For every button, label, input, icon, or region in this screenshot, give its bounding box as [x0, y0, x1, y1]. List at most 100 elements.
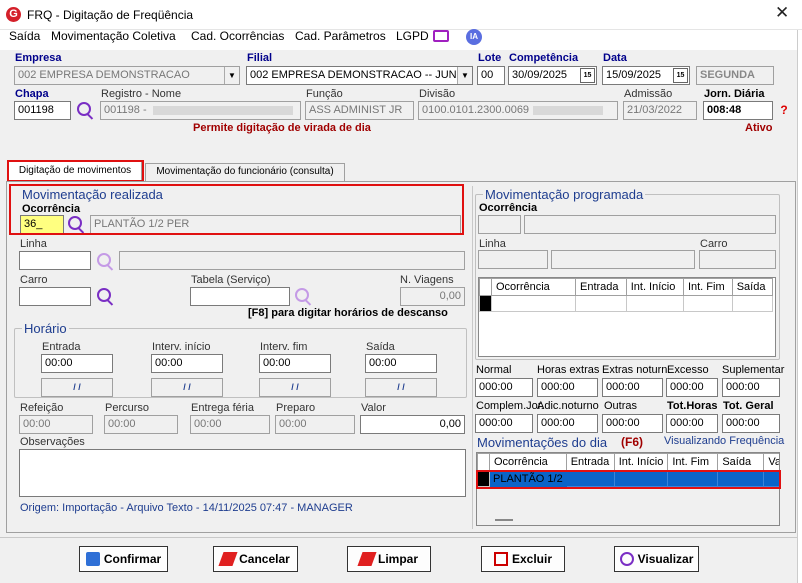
empresa-select[interactable]: 002 EMPRESA DEMONSTRACAO ▼ [14, 66, 240, 85]
eraser-icon [218, 552, 238, 566]
limpar-button[interactable]: Limpar [347, 546, 431, 572]
col-saida[interactable]: Saída [731, 278, 774, 296]
valor-input[interactable]: 0,00 [360, 415, 465, 434]
entrega-feria-label: Entrega féria [191, 402, 254, 414]
col-ocorrencia[interactable]: Ocorrência [491, 278, 576, 296]
window-title: FRQ - Digitação de Freqüência [27, 8, 194, 22]
menu-lgpd[interactable]: LGPD [396, 29, 429, 43]
viagens-label: N. Viagens [400, 274, 454, 286]
search-icon[interactable] [97, 288, 111, 302]
lote-input[interactable]: 00 [477, 66, 505, 85]
dia-col-saida[interactable]: Saída [717, 453, 765, 471]
col-int-fim[interactable]: Int. Fim [682, 278, 733, 296]
menu-cad-ocorrencias[interactable]: Cad. Ocorrências [191, 29, 284, 43]
menu-movimentacao-coletiva[interactable]: Movimentação Coletiva [51, 29, 176, 43]
prog-linha-label: Linha [479, 238, 506, 250]
outras-value: 000:00 [602, 414, 663, 433]
programada-table[interactable]: Ocorrência Entrada Int. Início Int. Fim … [478, 277, 776, 357]
linha-desc [119, 251, 465, 270]
competencia-input[interactable]: 30/09/2025 15 [508, 66, 597, 85]
admissao-label: Admissão [624, 88, 673, 100]
entrega-feria-input[interactable]: 00:00 [190, 415, 270, 434]
saida-label: Saída [366, 341, 395, 353]
cancelar-label: Cancelar [239, 552, 290, 566]
preparo-input[interactable]: 00:00 [275, 415, 355, 434]
search-icon[interactable] [295, 288, 309, 302]
prog-linha-desc [551, 250, 695, 269]
excluir-button[interactable]: Excluir [481, 546, 565, 572]
chapa-label: Chapa [15, 88, 49, 100]
confirmar-button[interactable]: Confirmar [79, 546, 168, 572]
dia-table[interactable]: Ocorrência Entrada Int. Início Int. Fim … [476, 452, 780, 526]
tab-movimentacao-funcionario[interactable]: Movimentação do funcionário (consulta) [145, 163, 345, 181]
redacted-name [152, 105, 293, 115]
help-icon[interactable]: ? [778, 103, 790, 117]
data-input[interactable]: 15/09/2025 15 [602, 66, 690, 85]
linha-label: Linha [20, 238, 47, 250]
filial-select[interactable]: 002 EMPRESA DEMONSTRACAO -- JUNC ▼ [246, 66, 473, 85]
status-badge: Ativo [745, 122, 773, 134]
menu-saida[interactable]: Saída [9, 29, 40, 43]
chapa-input[interactable]: 001198 [14, 101, 71, 120]
divisao-input: 0100.0101.2300.0069 [418, 101, 618, 120]
filial-value: 002 EMPRESA DEMONSTRACAO -- JUNC [250, 69, 465, 81]
empresa-value: 002 EMPRESA DEMONSTRACAO [18, 69, 190, 81]
linha-input[interactable] [19, 251, 91, 270]
search-icon[interactable] [97, 253, 111, 267]
virada-message: Permite digitação de virada de dia [193, 122, 371, 134]
dia-col-int-inicio[interactable]: Int. Início [613, 453, 669, 471]
redacted-divisao [533, 105, 604, 115]
cancelar-button[interactable]: Cancelar [213, 546, 298, 572]
col-entrada[interactable]: Entrada [575, 278, 627, 296]
carro-label: Carro [20, 274, 48, 286]
table-row[interactable] [479, 295, 774, 312]
horario-title: Horário [22, 321, 69, 336]
complem-jor-value: 000:00 [475, 414, 533, 433]
f6-key: (F6) [621, 435, 643, 449]
entrada-date[interactable]: / / [41, 378, 113, 397]
jornada-input[interactable]: 008:48 [703, 101, 773, 120]
entrada-label: Entrada [42, 341, 81, 353]
carro-input[interactable] [19, 287, 91, 306]
calendar-icon[interactable]: 15 [580, 68, 595, 83]
refeicao-input[interactable]: 00:00 [19, 415, 93, 434]
valor-label: Valor [361, 402, 386, 414]
close-icon[interactable]: ✕ [775, 3, 789, 23]
saida-input[interactable]: 00:00 [365, 354, 437, 373]
visualizar-button[interactable]: Visualizar [614, 546, 699, 572]
prog-carro-input [699, 250, 776, 269]
search-icon [619, 552, 634, 566]
interv-fim-input[interactable]: 00:00 [259, 354, 331, 373]
col-int-inicio[interactable]: Int. Início [625, 278, 684, 296]
adic-noturno-value: 000:00 [537, 414, 598, 433]
excesso-value: 000:00 [666, 378, 718, 397]
trash-icon [493, 552, 508, 566]
tot-geral-value: 000:00 [722, 414, 780, 433]
app-logo-icon: G [6, 7, 21, 22]
percurso-input[interactable]: 00:00 [104, 415, 178, 434]
entrada-input[interactable]: 00:00 [41, 354, 113, 373]
interv-fim-date[interactable]: / / [259, 378, 331, 397]
suplementar-label: Suplementar [722, 364, 785, 376]
dia-col-va[interactable]: Va [763, 453, 779, 471]
outras-label: Outras [604, 400, 638, 412]
interv-inicio-input[interactable]: 00:00 [151, 354, 223, 373]
excluir-label: Excluir [511, 552, 553, 566]
dia-col-ocorrencia[interactable]: Ocorrência [489, 453, 567, 471]
dia-col-entrada[interactable]: Entrada [565, 453, 615, 471]
chevron-down-icon[interactable]: ▼ [457, 67, 472, 84]
chevron-down-icon[interactable]: ▼ [224, 67, 239, 84]
search-icon[interactable] [77, 102, 91, 116]
saida-date[interactable]: / / [365, 378, 437, 397]
visualizando-text: Visualizando Frequência [664, 435, 785, 447]
dia-col-int-fim[interactable]: Int. Fim [667, 453, 719, 471]
tabela-input[interactable] [190, 287, 290, 306]
observacoes-textarea[interactable] [19, 449, 466, 497]
tot-horas-value: 000:00 [666, 414, 718, 433]
ia-icon[interactable]: IA [466, 29, 482, 45]
funcao-input: ASS ADMINIST JR [305, 101, 414, 120]
menu-cad-parametros[interactable]: Cad. Parâmetros [295, 29, 386, 43]
calendar-icon[interactable]: 15 [673, 68, 688, 83]
monitor-icon[interactable] [433, 30, 449, 42]
interv-inicio-date[interactable]: / / [151, 378, 223, 397]
